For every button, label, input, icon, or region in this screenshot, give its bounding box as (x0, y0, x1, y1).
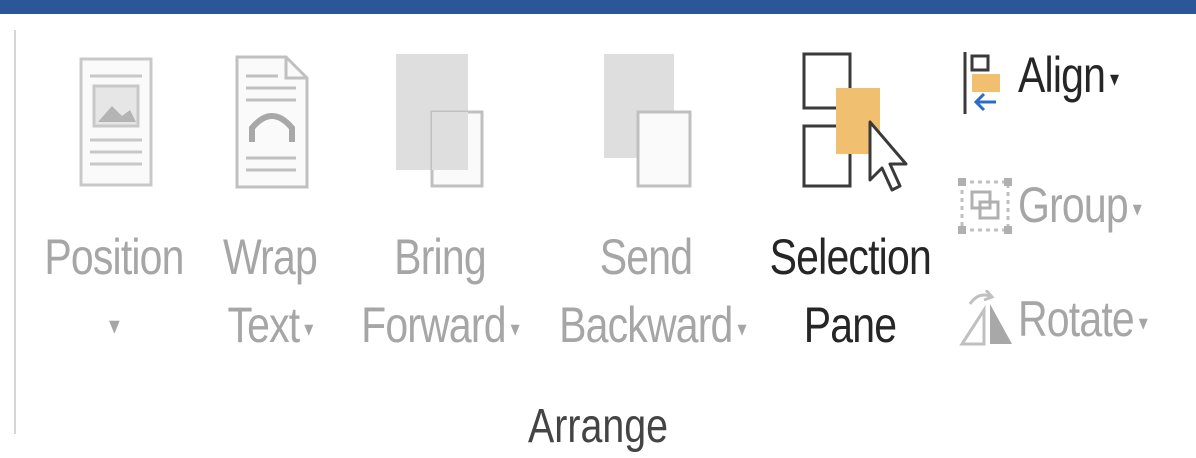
wrap-text-label-line2: Text ▾ (213, 296, 328, 358)
rotate-caret: ▾ (1138, 309, 1148, 335)
bring-forward-icon (396, 54, 484, 188)
selection-pane-label-line1: Selection (769, 229, 932, 285)
selection-pane-icon (802, 52, 908, 192)
selection-pane-button[interactable]: Selection Pane (752, 44, 948, 374)
bring-forward-caret: ▾ (510, 315, 520, 341)
send-backward-caret: ▾ (737, 315, 746, 341)
wrap-text-label-line1: Wrap (223, 229, 318, 285)
group-button[interactable]: Group ▾ (956, 170, 1176, 240)
bring-forward-label-line1: Bring (394, 229, 486, 285)
align-button[interactable]: Align ▾ (956, 47, 1176, 118)
group-icon (958, 178, 1012, 234)
wrap-text-label-text: Text (227, 297, 300, 353)
position-label: Position (44, 229, 184, 285)
send-backward-button[interactable]: Send Backward ▾ (540, 44, 752, 374)
arrange-ribbon-group: Position ▾ Wrap Text ▾ Bring Forward ▾ S… (0, 14, 1196, 458)
group-label-text: Group (1018, 177, 1129, 233)
rotate-label-text: Rotate (1018, 291, 1135, 347)
send-backward-label-line2: Backward ▾ (559, 296, 746, 358)
rotate-label: Rotate ▾ (1018, 284, 1148, 358)
position-button[interactable]: Position ▾ (28, 44, 200, 374)
selection-pane-label-line2: Pane (803, 297, 897, 353)
position-caret: ▾ (109, 310, 120, 340)
align-caret: ▾ (1109, 65, 1119, 91)
rotate-icon (959, 290, 1012, 346)
align-label: Align ▾ (1018, 40, 1119, 114)
align-label-text: Align (1018, 47, 1106, 103)
position-icon (79, 57, 153, 187)
send-backward-label-text: Backward (559, 297, 733, 353)
bring-forward-label-line2: Forward ▾ (358, 296, 522, 358)
wrap-text-caret: ▾ (304, 315, 313, 341)
send-backward-icon (604, 54, 692, 188)
send-backward-label-line1: Send (599, 229, 693, 285)
group-name-label: Arrange (108, 399, 1089, 455)
group-label: Group ▾ (1018, 170, 1142, 244)
title-bar (0, 0, 1196, 14)
arrange-group-label: Arrange (527, 400, 669, 453)
bring-forward-button[interactable]: Bring Forward ▾ (340, 44, 540, 374)
align-icon (963, 52, 1000, 114)
group-caret: ▾ (1132, 195, 1142, 221)
rotate-button[interactable]: Rotate ▾ (956, 284, 1176, 354)
wrap-text-icon (235, 55, 309, 189)
wrap-text-button[interactable]: Wrap Text ▾ (200, 44, 340, 374)
bring-forward-label-text: Forward (361, 297, 506, 353)
